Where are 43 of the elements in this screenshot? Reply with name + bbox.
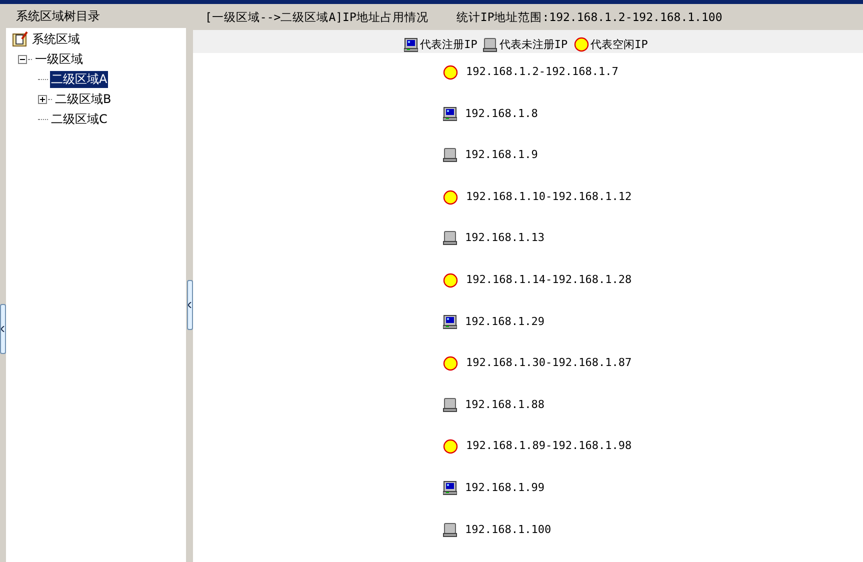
computer-icon — [443, 480, 457, 495]
ip-address: 192.168.1.100 — [465, 522, 552, 536]
ip-address: 192.168.1.99 — [465, 480, 544, 494]
computer-icon — [404, 38, 418, 52]
computer-icon — [483, 38, 498, 52]
computer-icon — [443, 522, 457, 537]
computer-icon — [443, 231, 457, 246]
computer-icon — [443, 106, 457, 121]
ip-address: 192.168.1.10-192.168.1.12 — [466, 190, 632, 203]
circle-icon — [443, 439, 458, 454]
circle-icon — [443, 272, 458, 288]
legend-label: 代表未注册IP — [499, 37, 568, 52]
splitter-handle[interactable] — [0, 304, 6, 354]
tree-item[interactable]: 二级区域C — [50, 110, 108, 128]
circle-icon — [443, 65, 458, 80]
expand-toggle[interactable] — [38, 94, 47, 104]
circle-icon — [443, 190, 458, 205]
ip-address: 192.168.1.13 — [465, 231, 544, 244]
ip-address: 192.168.1.29 — [465, 314, 544, 328]
folder-icon — [12, 31, 28, 47]
computer-icon — [443, 314, 457, 329]
ip-address: 192.168.1.2-192.168.1.7 — [466, 65, 618, 78]
ip-address: 192.168.1.8 — [465, 106, 538, 120]
breadcrumb-title: [一级区域-->二级区域A]IP地址占用情况 — [205, 10, 428, 24]
splitter-handle[interactable] — [187, 280, 193, 330]
tree-item[interactable]: 一级区域 — [34, 50, 84, 68]
circle-icon — [574, 37, 589, 52]
ip-address: 192.168.1.88 — [465, 398, 544, 411]
ip-address: 192.168.1.30-192.168.1.87 — [466, 356, 632, 370]
panel-title: 系统区域树目录 — [16, 8, 100, 24]
legend-label: 代表注册IP — [420, 37, 478, 52]
computer-icon — [443, 398, 457, 412]
legend-label: 代表空闲IP — [590, 37, 648, 52]
tree-item[interactable]: 二级区域A — [50, 70, 108, 88]
computer-icon — [443, 148, 457, 162]
ip-address: 192.168.1.89-192.168.1.98 — [466, 439, 632, 452]
collapse-toggle[interactable] — [18, 54, 27, 64]
ip-address: 192.168.1.14-192.168.1.28 — [466, 272, 632, 286]
ip-address: 192.168.1.9 — [465, 148, 538, 162]
circle-icon — [443, 356, 458, 372]
range-label: 统计IP地址范围:192.168.1.2-192.168.1.100 — [456, 10, 722, 24]
tree-item[interactable]: 系统区域 — [31, 30, 81, 48]
tree-item[interactable]: 二级区域B — [54, 90, 112, 108]
